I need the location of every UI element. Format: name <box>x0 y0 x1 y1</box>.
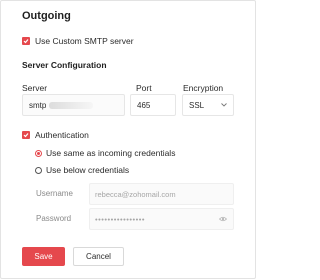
save-button[interactable]: Save <box>22 247 65 266</box>
port-input-value: 465 <box>137 100 151 110</box>
chevron-down-icon <box>221 103 227 107</box>
use-custom-smtp-checkbox[interactable] <box>22 37 30 45</box>
encryption-select-value: SSL <box>189 100 205 110</box>
radio-same-credentials-label: Use same as incoming credentials <box>46 148 176 158</box>
server-column-label: Server <box>22 83 48 93</box>
redacted-server-host <box>49 101 94 109</box>
server-input-value: smtp <box>29 100 47 110</box>
eye-icon[interactable] <box>219 216 227 222</box>
section-title: Outgoing <box>22 10 71 22</box>
username-placeholder: rebecca@zohomail.com <box>95 189 176 199</box>
server-configuration-heading: Server Configuration <box>22 60 107 70</box>
authentication-row[interactable]: Authentication <box>22 130 89 140</box>
radio-selected-icon[interactable] <box>35 149 42 157</box>
authentication-checkbox[interactable] <box>22 131 30 139</box>
radio-below-credentials-label: Use below credentials <box>46 165 130 175</box>
radio-unselected-icon[interactable] <box>35 166 42 174</box>
password-input[interactable]: •••••••••••••••• <box>89 208 234 230</box>
authentication-label: Authentication <box>35 130 89 140</box>
username-label: Username <box>36 189 73 198</box>
port-column-label: Port <box>136 83 152 93</box>
password-placeholder: •••••••••••••••• <box>95 214 146 224</box>
checkmark-icon <box>23 133 29 138</box>
use-custom-smtp-label: Use Custom SMTP server <box>35 36 134 46</box>
username-input[interactable]: rebecca@zohomail.com <box>89 183 234 205</box>
outgoing-settings-panel: Outgoing Use Custom SMTP server Server C… <box>0 0 256 279</box>
use-custom-smtp-row[interactable]: Use Custom SMTP server <box>22 36 134 46</box>
encryption-column-label: Encryption <box>183 83 224 93</box>
cancel-button[interactable]: Cancel <box>73 247 124 266</box>
server-input[interactable]: smtp <box>22 94 125 116</box>
password-label: Password <box>36 214 72 223</box>
encryption-select[interactable]: SSL <box>182 94 234 116</box>
radio-below-credentials[interactable]: Use below credentials <box>35 165 129 175</box>
checkmark-icon <box>23 39 29 44</box>
radio-same-credentials[interactable]: Use same as incoming credentials <box>35 148 175 158</box>
port-input[interactable]: 465 <box>130 94 176 116</box>
